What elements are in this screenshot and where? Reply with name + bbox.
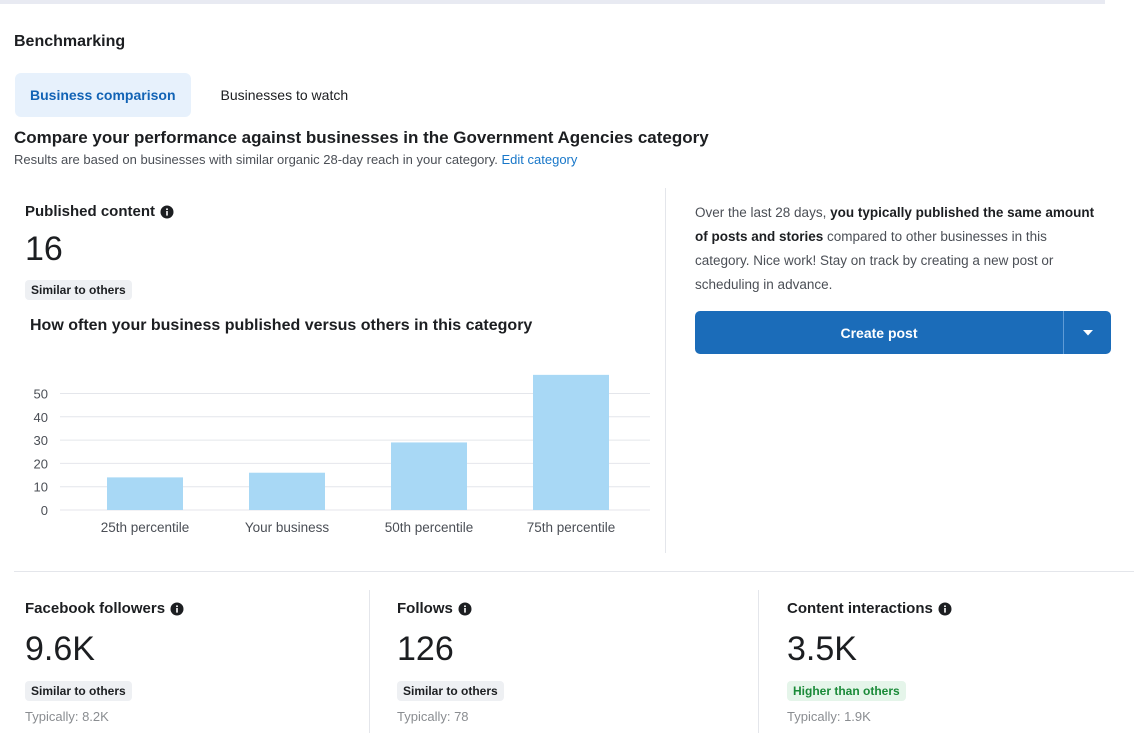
bar-75th-percentile[interactable] [533, 374, 609, 510]
y-tick-label: 10 [34, 480, 48, 495]
tab-bar: Business comparison Businesses to watch [15, 73, 363, 117]
x-tick-label: 50th percentile [385, 520, 474, 535]
metric-divider [369, 590, 370, 733]
summary-part1: Over the last 28 days, [695, 205, 831, 220]
page-headline: Compare your performance against busines… [14, 128, 709, 147]
subtitle-text: Results are based on businesses with sim… [14, 152, 498, 167]
typical-value: Typically: 1.9K [787, 709, 871, 724]
metric-value: 3.5K [787, 630, 857, 668]
caret-down-icon [1082, 329, 1093, 335]
published-content-label: Published content [25, 203, 174, 220]
status-badge: Similar to others [25, 681, 132, 701]
bar-50th-percentile[interactable] [391, 442, 467, 510]
status-badge: Similar to others [25, 280, 132, 300]
create-post-split-button: Create post [695, 311, 1111, 354]
y-tick-label: 40 [34, 410, 48, 425]
published-content-value: 16 [25, 230, 63, 268]
top-divider [0, 0, 1105, 4]
metric-label-text: Content interactions [787, 600, 933, 617]
metric-label: Content interactions [787, 600, 952, 617]
typical-value: Typically: 78 [397, 709, 469, 724]
x-tick-label: Your business [245, 520, 330, 535]
y-tick-label: 20 [34, 456, 48, 471]
tab-business-comparison[interactable]: Business comparison [15, 73, 191, 117]
y-tick-label: 30 [34, 433, 48, 448]
metric-label-text: Follows [397, 600, 453, 617]
tab-businesses-to-watch[interactable]: Businesses to watch [191, 73, 364, 117]
y-tick-label: 0 [41, 503, 48, 518]
info-icon[interactable] [160, 205, 174, 219]
info-icon[interactable] [170, 602, 184, 616]
section-title: Benchmarking [14, 33, 126, 50]
metric-value: 126 [397, 630, 454, 668]
page-subtitle: Results are based on businesses with sim… [14, 152, 577, 167]
y-tick-label: 50 [34, 387, 48, 402]
metric-value: 9.6K [25, 630, 95, 668]
info-icon[interactable] [938, 602, 952, 616]
status-badge: Higher than others [787, 681, 906, 701]
chart-title: How often your business published versus… [30, 317, 533, 334]
metric-label: Follows [397, 600, 472, 617]
metric-label: Facebook followers [25, 600, 184, 617]
metric-label-text: Facebook followers [25, 600, 166, 617]
vertical-divider [665, 188, 666, 553]
bar-25th-percentile[interactable] [107, 477, 183, 510]
x-tick-label: 25th percentile [101, 520, 190, 535]
metric-divider [758, 590, 759, 733]
create-post-button[interactable]: Create post [695, 311, 1063, 354]
info-icon[interactable] [458, 602, 472, 616]
horizontal-divider [14, 571, 1134, 572]
create-post-dropdown-button[interactable] [1064, 311, 1111, 354]
typical-value: Typically: 8.2K [25, 709, 109, 724]
bar-your-business[interactable] [249, 472, 325, 510]
published-content-label-text: Published content [25, 203, 156, 220]
x-tick-label: 75th percentile [527, 520, 616, 535]
edit-category-link[interactable]: Edit category [502, 152, 578, 167]
published-content-chart: 0 10 20 30 40 50 25th percentile Your business 5… [34, 374, 650, 535]
summary-text: Over the last 28 days, you typically pub… [695, 201, 1105, 297]
status-badge: Similar to others [397, 681, 504, 701]
